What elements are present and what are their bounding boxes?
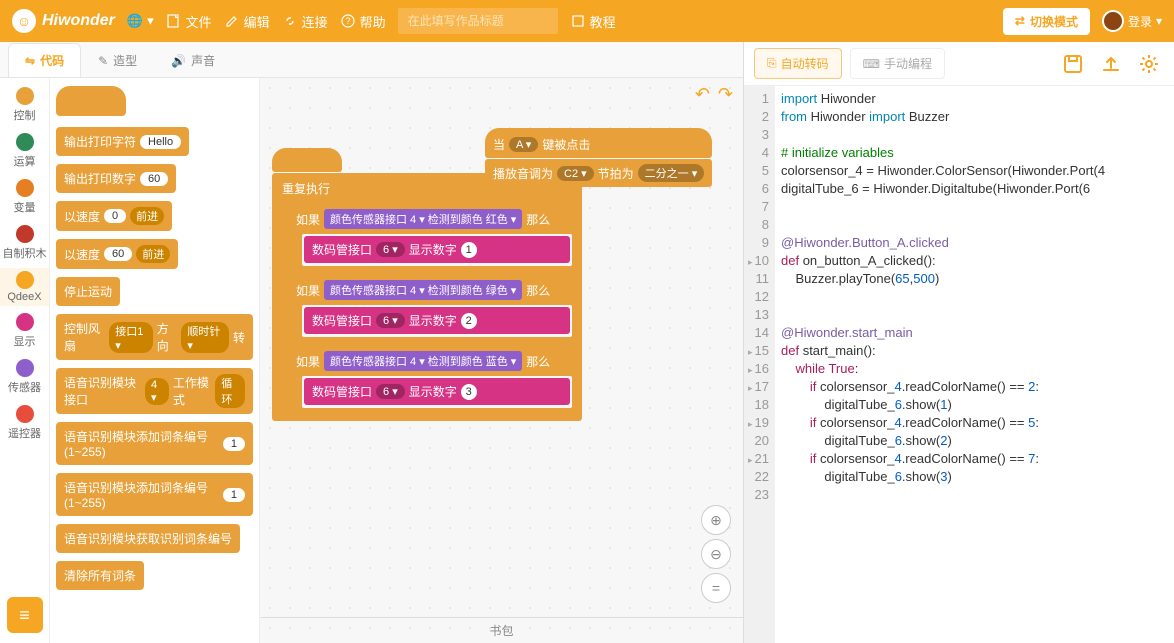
palette-voice-get[interactable]: 语音识别模块获取识别词条编号 [56,524,240,553]
edit-icon [224,13,240,29]
category-sidebar: 控制 运算 变量 自制积木 QdeeX 显示 传感器 遥控器 ≡ [0,78,50,643]
tab-auto-code[interactable]: ⎘ 自动转码 [754,48,842,79]
palette-voice-mode[interactable]: 语音识别模块接口4 ▾工作模式循环 [56,368,253,414]
manual-icon: ⌨ [863,57,880,71]
category-control[interactable]: 控制 [0,84,49,126]
zoom-reset-button[interactable]: = [701,573,731,603]
if-red[interactable]: 如果 颜色传感器接口4 ▾检测到颜色红色 ▾ 那么 数码管接口6 ▾显示数字1 [286,202,576,272]
category-qdeex[interactable]: QdeeX [0,268,49,306]
category-remote[interactable]: 遥控器 [0,402,49,444]
menu-file[interactable]: 文件 [166,12,212,31]
login-button[interactable]: 登录 ▾ [1102,10,1162,32]
show-3[interactable]: 数码管接口6 ▾显示数字3 [304,378,570,405]
palette-fan-control[interactable]: 控制风扇接口1 ▾方向顺时针 ▾转 [56,314,253,360]
tab-sounds[interactable]: 🔊 声音 [154,43,232,77]
palette-voice-add-2[interactable]: 语音识别模块添加词条编号(1~255)1 [56,473,253,516]
palette-stop[interactable]: 停止运动 [56,277,120,306]
logo: ☺ Hiwonder [12,9,115,33]
language-selector[interactable]: 🌐 ▾ [127,13,154,29]
if-green[interactable]: 如果 颜色传感器接口4 ▾检测到颜色绿色 ▾ 那么 数码管接口6 ▾显示数字2 [286,273,576,343]
hat-block[interactable] [272,148,342,172]
show-2[interactable]: 数码管接口6 ▾显示数字2 [304,307,570,334]
link-icon [282,13,298,29]
cond-blue[interactable]: 颜色传感器接口4 ▾检测到颜色蓝色 ▾ [324,351,522,371]
code-panel: ⎘ 自动转码 ⌨ 手动编程 12345678910111213141516171… [744,42,1174,643]
category-myblocks[interactable]: 自制积木 [0,222,49,264]
backpack-label[interactable]: 书包 [260,617,743,639]
logo-icon: ☺ [12,9,36,33]
code-icon: ⇋ [25,54,35,68]
cond-red[interactable]: 颜色传感器接口4 ▾检测到颜色红色 ▾ [324,209,522,229]
switch-mode-button[interactable]: ⇄ 切换模式 [1003,8,1090,35]
redo-button[interactable]: ↷ [718,84,733,105]
palette-speed-60[interactable]: 以速度60前进 [56,239,178,269]
category-variables[interactable]: 变量 [0,176,49,218]
svg-text:?: ? [345,16,350,26]
if-blue[interactable]: 如果 颜色传感器接口4 ▾检测到颜色蓝色 ▾ 那么 数码管接口6 ▾显示数字3 [286,344,576,414]
forever-block[interactable]: 重复执行 如果 颜色传感器接口4 ▾检测到颜色红色 ▾ 那么 数码管接口6 ▾显… [272,173,582,421]
project-title-input[interactable] [398,8,558,34]
chevron-down-icon: ▾ [1156,14,1162,28]
tab-costumes[interactable]: ✎ 造型 [81,43,154,77]
palette-voice-clear[interactable]: 清除所有词条 [56,561,144,590]
topbar: ☺ Hiwonder 🌐 ▾ 文件 编辑 连接 ? 帮助 教程 ⇄ 切换模式 登… [0,0,1174,42]
show-1[interactable]: 数码管接口6 ▾显示数字1 [304,236,570,263]
undo-redo: ↶ ↷ [695,84,733,105]
palette-hat-block[interactable] [56,86,126,116]
category-operators[interactable]: 运算 [0,130,49,172]
tab-manual-code[interactable]: ⌨ 手动编程 [850,48,945,79]
swap-icon: ⇄ [1015,14,1025,28]
stack-main-loop[interactable]: 重复执行 如果 颜色传感器接口4 ▾检测到颜色红色 ▾ 那么 数码管接口6 ▾显… [272,148,582,422]
sound-icon: 🔊 [171,54,186,68]
add-extension-button[interactable]: ≡ [7,597,43,633]
menu-help[interactable]: ? 帮助 [340,12,386,31]
code-editor[interactable]: 1234567891011121314151617181920212223 im… [744,86,1174,643]
menu-edit[interactable]: 编辑 [224,12,270,31]
settings-button[interactable] [1134,49,1164,79]
plus-icon: ≡ [19,605,30,626]
when-a-pressed[interactable]: 当A ▾键被点击 [485,128,712,158]
zoom-controls: ⊕ ⊖ = [701,505,731,603]
zoom-out-button[interactable]: ⊖ [701,539,731,569]
brand-name: Hiwonder [42,12,115,30]
play-tone[interactable]: 播放音调为C2 ▾节拍为二分之一 ▾ [485,159,712,187]
menu-tutorial[interactable]: 教程 [570,12,616,31]
stack-button-a[interactable]: 当A ▾键被点击 播放音调为C2 ▾节拍为二分之一 ▾ [485,128,712,188]
block-palette[interactable]: 输出打印字符Hello 输出打印数字60 以速度0前进 以速度60前进 停止运动… [50,78,260,643]
menu-connect[interactable]: 连接 [282,12,328,31]
book-icon [570,13,586,29]
palette-print-string[interactable]: 输出打印字符Hello [56,127,189,156]
tab-code[interactable]: ⇋ 代码 [8,43,81,77]
save-button[interactable] [1058,49,1088,79]
palette-voice-add-1[interactable]: 语音识别模块添加词条编号(1~255)1 [56,422,253,465]
category-sensors[interactable]: 传感器 [0,356,49,398]
globe-icon: 🌐 [127,13,143,29]
block-canvas[interactable]: ↶ ↷ 重复执行 如果 颜色传感器接口4 ▾检测到颜色红色 ▾ [260,78,743,643]
category-display[interactable]: 显示 [0,310,49,352]
avatar-icon [1102,10,1124,32]
costume-icon: ✎ [98,54,108,68]
editor-tabs: ⇋ 代码 ✎ 造型 🔊 声音 [0,42,743,78]
help-icon: ? [340,13,356,29]
file-icon [166,13,182,29]
palette-speed-0[interactable]: 以速度0前进 [56,201,172,231]
zoom-in-button[interactable]: ⊕ [701,505,731,535]
undo-button[interactable]: ↶ [695,84,710,105]
palette-print-number[interactable]: 输出打印数字60 [56,164,176,193]
auto-icon: ⎘ [767,56,777,71]
cond-green[interactable]: 颜色传感器接口4 ▾检测到颜色绿色 ▾ [324,280,522,300]
upload-button[interactable] [1096,49,1126,79]
